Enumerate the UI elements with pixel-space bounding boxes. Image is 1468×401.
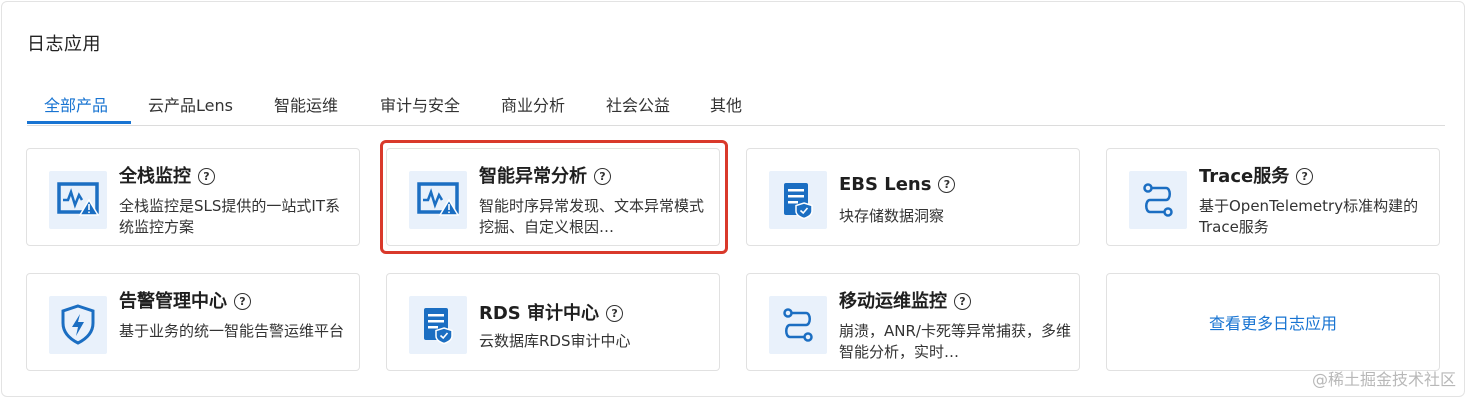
help-icon[interactable]: ? bbox=[594, 168, 611, 185]
card-title: RDS 审计中心? bbox=[479, 299, 624, 325]
app-card-rds-audit[interactable]: RDS 审计中心? 云数据库RDS审计中心 bbox=[386, 273, 720, 371]
tab-other[interactable]: 其他 bbox=[710, 92, 742, 116]
app-card-anomaly-analysis[interactable]: 智能异常分析? 智能时序异常发现、文本异常模式挖掘、自定义根因… bbox=[386, 148, 720, 246]
tab-audit-security[interactable]: 审计与安全 bbox=[380, 92, 460, 116]
help-icon[interactable]: ? bbox=[606, 305, 624, 322]
help-icon[interactable]: ? bbox=[954, 293, 971, 310]
card-title: 移动运维监控? bbox=[839, 287, 971, 313]
tab-aiops[interactable]: 智能运维 bbox=[274, 92, 338, 116]
card-description: 智能时序异常发现、文本异常模式挖掘、自定义根因… bbox=[479, 197, 705, 236]
document-shield-icon bbox=[409, 296, 467, 354]
card-description: 基于OpenTelemetry标准构建的Trace服务 bbox=[1199, 197, 1419, 236]
help-icon[interactable]: ? bbox=[234, 293, 251, 310]
card-description: 基于业务的统一智能告警运维平台 bbox=[119, 322, 345, 340]
shield-bolt-icon bbox=[49, 296, 107, 354]
card-description: 全栈监控是SLS提供的一站式IT系统监控方案 bbox=[119, 197, 340, 236]
trace-path-icon bbox=[769, 296, 827, 354]
app-card-trace-service[interactable]: Trace服务? 基于OpenTelemetry标准构建的Trace服务 bbox=[1106, 148, 1440, 246]
card-description: 崩溃，ANR/卡死等异常捕获，多维智能分析，实时… bbox=[839, 322, 1071, 361]
tab-business-analysis[interactable]: 商业分析 bbox=[501, 92, 565, 116]
card-title: EBS Lens? bbox=[839, 174, 956, 195]
card-title: Trace服务? bbox=[1199, 162, 1314, 188]
help-icon[interactable]: ? bbox=[938, 176, 956, 193]
watermark: @稀土掘金技术社区 bbox=[1311, 370, 1456, 389]
trace-path-icon bbox=[1129, 171, 1187, 229]
panel-title: 日志应用 bbox=[27, 34, 101, 55]
help-icon[interactable]: ? bbox=[198, 168, 215, 185]
view-more-apps-link[interactable]: 查看更多日志应用 bbox=[1107, 274, 1439, 370]
active-tab-indicator bbox=[27, 121, 131, 124]
app-card-ebs-lens[interactable]: EBS Lens? 块存储数据洞察 bbox=[746, 148, 1080, 246]
card-title: 全栈监控? bbox=[119, 162, 215, 188]
app-card-full-stack-monitor[interactable]: 全栈监控? 全栈监控是SLS提供的一站式IT系统监控方案 bbox=[26, 148, 360, 246]
monitor-alert-icon bbox=[409, 171, 467, 229]
category-tabs: 全部产品 云产品Lens 智能运维 审计与安全 商业分析 社会公益 其他 bbox=[27, 84, 1445, 126]
card-description: 块存储数据洞察 bbox=[839, 207, 945, 225]
document-shield-icon bbox=[769, 171, 827, 229]
log-apps-panel: 日志应用 全部产品 云产品Lens 智能运维 审计与安全 商业分析 社会公益 其… bbox=[1, 1, 1465, 397]
card-title: 告警管理中心? bbox=[119, 287, 251, 313]
help-icon[interactable]: ? bbox=[1296, 168, 1314, 185]
app-card-mobile-monitor[interactable]: 移动运维监控? 崩溃，ANR/卡死等异常捕获，多维智能分析，实时… bbox=[746, 273, 1080, 371]
app-card-alert-center[interactable]: 告警管理中心? 基于业务的统一智能告警运维平台 bbox=[26, 273, 360, 371]
card-title: 智能异常分析? bbox=[479, 162, 611, 188]
card-description: 云数据库RDS审计中心 bbox=[479, 332, 631, 350]
tab-public-welfare[interactable]: 社会公益 bbox=[606, 92, 670, 116]
tab-all-products[interactable]: 全部产品 bbox=[44, 92, 108, 116]
tab-cloud-lens[interactable]: 云产品Lens bbox=[148, 92, 233, 116]
view-more-apps-card[interactable]: 查看更多日志应用 bbox=[1106, 273, 1440, 371]
monitor-alert-icon bbox=[49, 171, 107, 229]
